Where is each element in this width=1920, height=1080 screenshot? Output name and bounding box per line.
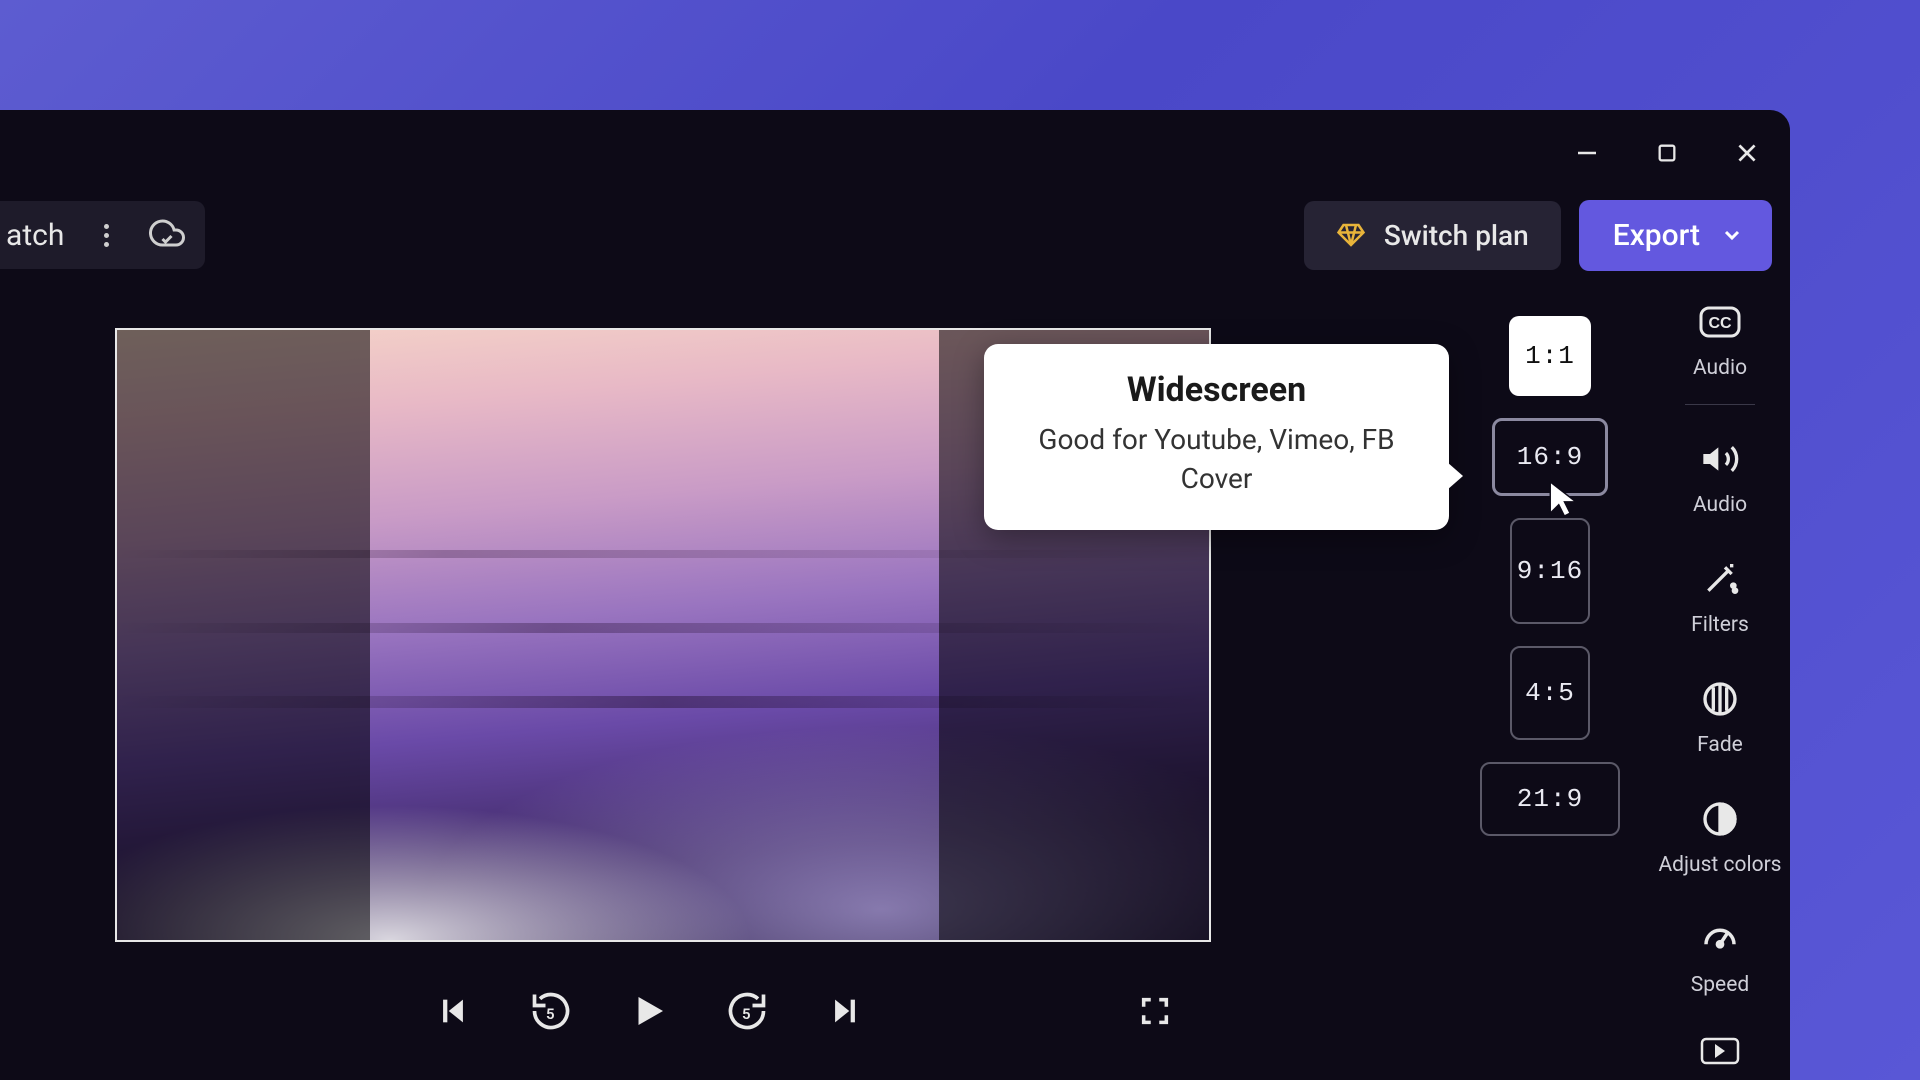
fullscreen-icon: [1138, 994, 1172, 1028]
cloud-sync-icon[interactable]: [149, 215, 185, 255]
more-menu-button[interactable]: [104, 224, 109, 247]
gauge-icon: [1698, 917, 1742, 961]
crop-mask-left: [117, 330, 370, 940]
window-controls: [1572, 138, 1762, 168]
adjust-colors-tab[interactable]: Adjust colors: [1658, 797, 1781, 877]
app-window: atch Switch plan Export: [0, 110, 1790, 1080]
skip-back-button[interactable]: [430, 988, 476, 1034]
play-icon: [628, 990, 670, 1032]
forward-seconds: 5: [742, 1005, 751, 1023]
switch-plan-label: Switch plan: [1384, 219, 1529, 252]
transition-tab[interactable]: [1698, 1029, 1742, 1073]
contrast-icon: [1698, 797, 1742, 841]
audio-label: Audio: [1693, 493, 1747, 517]
project-title: atch: [0, 218, 64, 253]
ratio-21-9[interactable]: 21:9: [1480, 762, 1620, 836]
aspect-ratio-list: 1:1 16:9 9:16 4:5 21:9: [1480, 316, 1620, 836]
rail-divider: [1685, 404, 1755, 405]
minimize-button[interactable]: [1572, 138, 1602, 168]
wand-icon: [1698, 557, 1742, 601]
audio-tab[interactable]: Audio: [1693, 437, 1747, 517]
play-button[interactable]: [626, 988, 672, 1034]
captions-label: Audio: [1693, 356, 1747, 380]
fullscreen-button[interactable]: [1138, 994, 1172, 1032]
ratio-1-1[interactable]: 1:1: [1509, 316, 1591, 396]
filters-label: Filters: [1691, 613, 1749, 637]
properties-rail: CC Audio Audio Filters Fade: [1650, 300, 1790, 1073]
tooltip-body: Good for Youtube, Vimeo, FB Cover: [1016, 420, 1417, 498]
transition-icon: [1698, 1029, 1742, 1073]
fade-label: Fade: [1697, 733, 1743, 757]
captions-icon: CC: [1698, 300, 1742, 344]
fade-icon: [1698, 677, 1742, 721]
title-area: atch: [0, 201, 205, 269]
skip-back-icon: [436, 994, 470, 1028]
ratio-9-16[interactable]: 9:16: [1510, 518, 1590, 624]
ratio-16-9[interactable]: 16:9: [1492, 418, 1608, 496]
forward-5-button[interactable]: 5: [724, 988, 770, 1034]
tooltip-title: Widescreen: [1016, 370, 1417, 410]
captions-tab[interactable]: CC Audio: [1693, 300, 1747, 380]
playback-controls: 5 5: [430, 988, 868, 1034]
speed-tab[interactable]: Speed: [1691, 917, 1749, 997]
speaker-icon: [1698, 437, 1742, 481]
maximize-icon: [1656, 142, 1678, 164]
switch-plan-button[interactable]: Switch plan: [1304, 201, 1561, 270]
filters-tab[interactable]: Filters: [1691, 557, 1749, 637]
rewind-seconds: 5: [546, 1005, 555, 1023]
rewind-5-button[interactable]: 5: [528, 988, 574, 1034]
topbar: atch Switch plan Export: [0, 198, 1772, 272]
export-label: Export: [1613, 218, 1700, 253]
close-icon: [1734, 140, 1760, 166]
maximize-button[interactable]: [1652, 138, 1682, 168]
skip-forward-button[interactable]: [822, 988, 868, 1034]
ratio-tooltip: Widescreen Good for Youtube, Vimeo, FB C…: [984, 344, 1449, 530]
fade-tab[interactable]: Fade: [1697, 677, 1743, 757]
speed-label: Speed: [1691, 973, 1749, 997]
chevron-down-icon: [1720, 223, 1744, 247]
svg-text:CC: CC: [1708, 315, 1732, 332]
adjust-colors-label: Adjust colors: [1658, 853, 1781, 877]
diamond-icon: [1336, 220, 1366, 250]
minimize-icon: [1575, 141, 1599, 165]
ratio-4-5[interactable]: 4:5: [1510, 646, 1590, 740]
export-button[interactable]: Export: [1579, 200, 1772, 271]
close-button[interactable]: [1732, 138, 1762, 168]
skip-forward-icon: [828, 994, 862, 1028]
